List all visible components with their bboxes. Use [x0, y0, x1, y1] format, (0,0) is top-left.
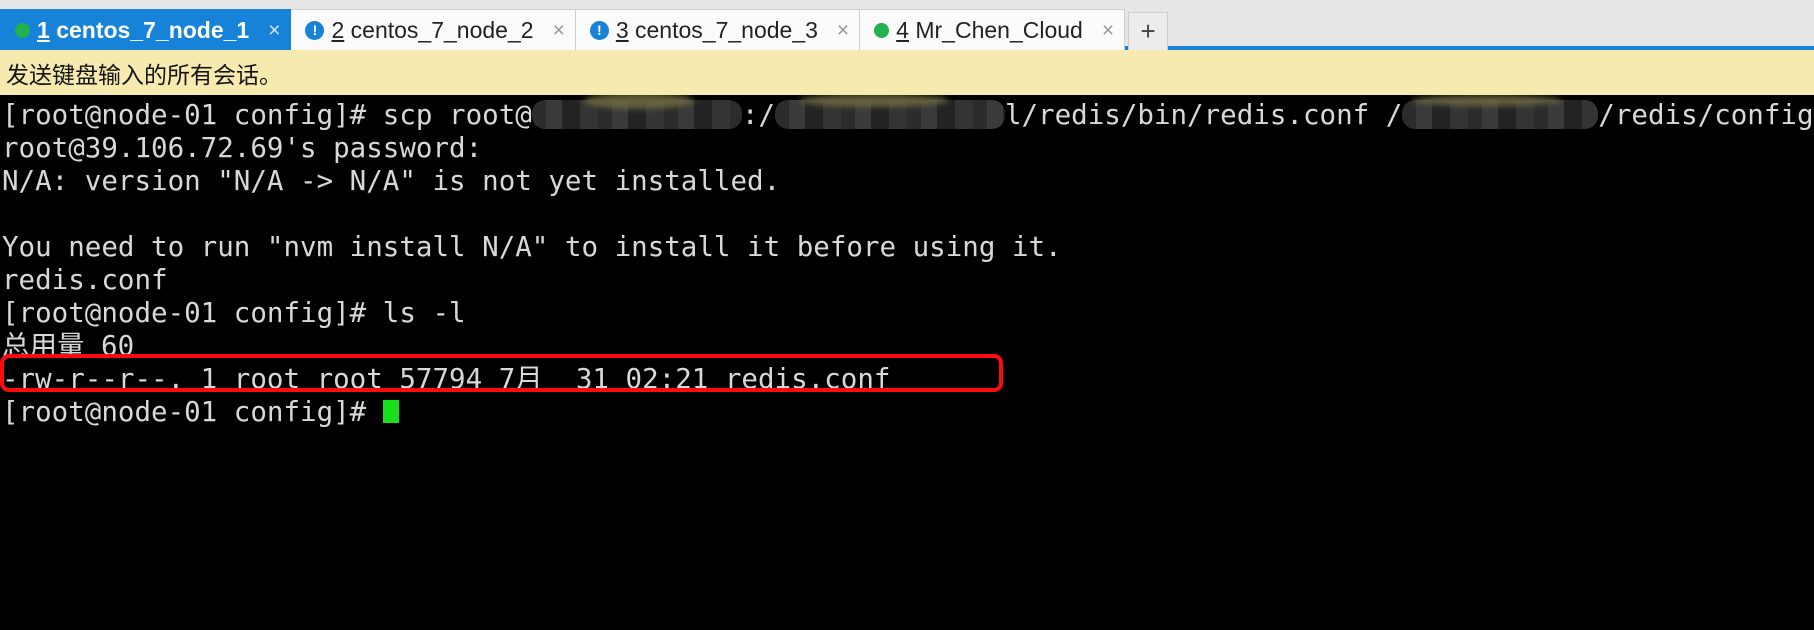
tab-mr-chen-cloud[interactable]: 4 Mr_Chen_Cloud ×: [859, 9, 1126, 50]
close-icon[interactable]: ×: [268, 20, 280, 41]
tab-index: 2: [331, 16, 345, 43]
scp-command-part-2: :/: [741, 99, 775, 131]
terminal-line-scp-result: redis.conf: [2, 264, 168, 296]
tab-index: 1: [37, 16, 50, 43]
scp-command-part-1: [root@node-01 config]# scp root@: [2, 99, 532, 131]
scp-command-part-4: /redis/config/: [1598, 99, 1814, 131]
close-icon[interactable]: ×: [837, 20, 849, 41]
green-dot-icon: [15, 22, 30, 38]
terminal-line-ls-command: [root@node-01 config]# ls -l: [2, 297, 466, 329]
plus-icon: +: [1140, 16, 1156, 46]
tab-label: 3 centos_7_node_3: [616, 17, 818, 44]
tab-label: 2 centos_7_node_2: [331, 17, 533, 44]
terminal-line-nvm-hint: You need to run "nvm install N/A" to ins…: [2, 231, 1062, 263]
tab-bar-top-edge: [0, 0, 1814, 5]
green-dot-icon: [874, 22, 890, 38]
scp-command-part-3: l/redis/bin/redis.conf /: [1004, 99, 1403, 131]
broadcast-notice-text: 发送键盘输入的所有会话。: [6, 62, 282, 89]
new-tab-button[interactable]: +: [1128, 12, 1169, 50]
terminal-cursor: [382, 399, 399, 423]
close-icon[interactable]: ×: [1102, 20, 1114, 41]
tab-name: centos_7_node_3: [635, 16, 818, 43]
blue-alert-icon: [589, 20, 609, 40]
redacted-host-icon: [531, 95, 742, 129]
terminal-line-total-size: 总用量 60: [2, 330, 135, 362]
final-prompt-text: [root@node-01 config]#: [2, 396, 383, 428]
tab-label: 4 Mr_Chen_Cloud: [896, 17, 1083, 44]
tab-name: centos_7_node_2: [350, 16, 534, 43]
tab-bar: 1 centos_7_node_1 × 2 centos_7_node_2 × …: [0, 0, 1814, 50]
terminal-line-password-prompt: root@39.106.72.69's password:: [2, 132, 483, 164]
terminal-application-window: 1 centos_7_node_1 × 2 centos_7_node_2 × …: [0, 0, 1814, 630]
broadcast-notice-bar: 发送键盘输入的所有会话。: [0, 50, 1814, 95]
tab-centos-7-node-3[interactable]: 3 centos_7_node_3 ×: [574, 9, 861, 50]
redacted-source-path-icon: [774, 95, 1005, 129]
tab-name: centos_7_node_1: [56, 16, 250, 43]
tab-index: 3: [615, 16, 629, 43]
terminal-line-file-entry: -rw-r--r--. 1 root root 57794 7月 31 02:2…: [2, 363, 891, 395]
terminal-line-scp-command: [root@node-01 config]# scp root@ :/ l/redi…: [2, 95, 1814, 132]
tab-name: Mr_Chen_Cloud: [915, 16, 1083, 43]
blue-alert-icon: [305, 20, 325, 40]
redacted-dest-path-icon: [1402, 95, 1599, 129]
tab-centos-7-node-1[interactable]: 1 centos_7_node_1 ×: [0, 9, 292, 50]
terminal-line-nvm-version: N/A: version "N/A -> N/A" is not yet ins…: [2, 165, 781, 197]
terminal-output-pane[interactable]: [root@node-01 config]# scp root@ :/ l/redi…: [0, 95, 1814, 630]
close-icon[interactable]: ×: [553, 20, 565, 41]
tab-label: 1 centos_7_node_1: [37, 17, 249, 44]
tab-centos-7-node-2[interactable]: 2 centos_7_node_2 ×: [290, 9, 576, 50]
tab-index: 4: [896, 16, 909, 43]
terminal-line-final-prompt: [root@node-01 config]#: [2, 396, 1814, 429]
